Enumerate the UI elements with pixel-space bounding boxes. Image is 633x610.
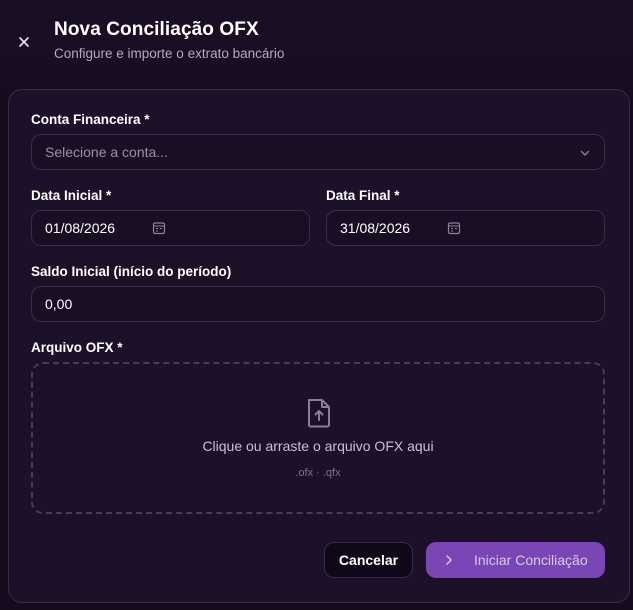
end-date-input[interactable]: 31/08/2026 bbox=[326, 210, 605, 246]
dialog-title: Nova Conciliação OFX bbox=[54, 19, 259, 40]
chevron-right-icon bbox=[446, 555, 452, 565]
accepted-formats: .ofx · .qfx bbox=[295, 467, 341, 479]
file-upload-icon bbox=[308, 399, 330, 428]
initial-balance-input[interactable]: 0,00 bbox=[31, 286, 605, 322]
account-select[interactable]: Selecione a conta... bbox=[31, 134, 605, 170]
ofx-dropzone[interactable]: Clique ou arraste o arquivo OFX aqui .of… bbox=[31, 362, 605, 514]
cancel-button[interactable]: Cancelar bbox=[324, 542, 413, 578]
start-date-input[interactable]: 01/08/2026 bbox=[31, 210, 310, 246]
start-date-label: Data Inicial * bbox=[31, 188, 112, 203]
calendar-icon[interactable] bbox=[152, 221, 166, 235]
dialog-header: Nova Conciliação OFX Configure e importe… bbox=[0, 0, 633, 88]
start-reconciliation-label: Iniciar Conciliação bbox=[474, 552, 588, 568]
account-label: Conta Financeira * bbox=[31, 112, 150, 127]
chevron-down-icon bbox=[580, 150, 590, 156]
close-icon bbox=[19, 37, 29, 47]
end-date-label: Data Final * bbox=[326, 188, 400, 203]
dialog-subtitle: Configure e importe o extrato bancário bbox=[54, 46, 285, 61]
close-button[interactable] bbox=[13, 31, 35, 53]
account-placeholder: Selecione a conta... bbox=[45, 144, 168, 160]
start-reconciliation-button[interactable]: Iniciar Conciliação bbox=[426, 542, 605, 578]
start-date-value: 01/08/2026 bbox=[45, 220, 116, 236]
initial-balance-value: 0,00 bbox=[45, 296, 73, 312]
ofx-file-label: Arquivo OFX * bbox=[31, 340, 123, 355]
dropzone-text: Clique ou arraste o arquivo OFX aqui bbox=[202, 438, 434, 454]
calendar-icon[interactable] bbox=[447, 221, 461, 235]
end-date-value: 31/08/2026 bbox=[340, 220, 411, 236]
initial-balance-label: Saldo Inicial (início do período) bbox=[31, 264, 232, 279]
